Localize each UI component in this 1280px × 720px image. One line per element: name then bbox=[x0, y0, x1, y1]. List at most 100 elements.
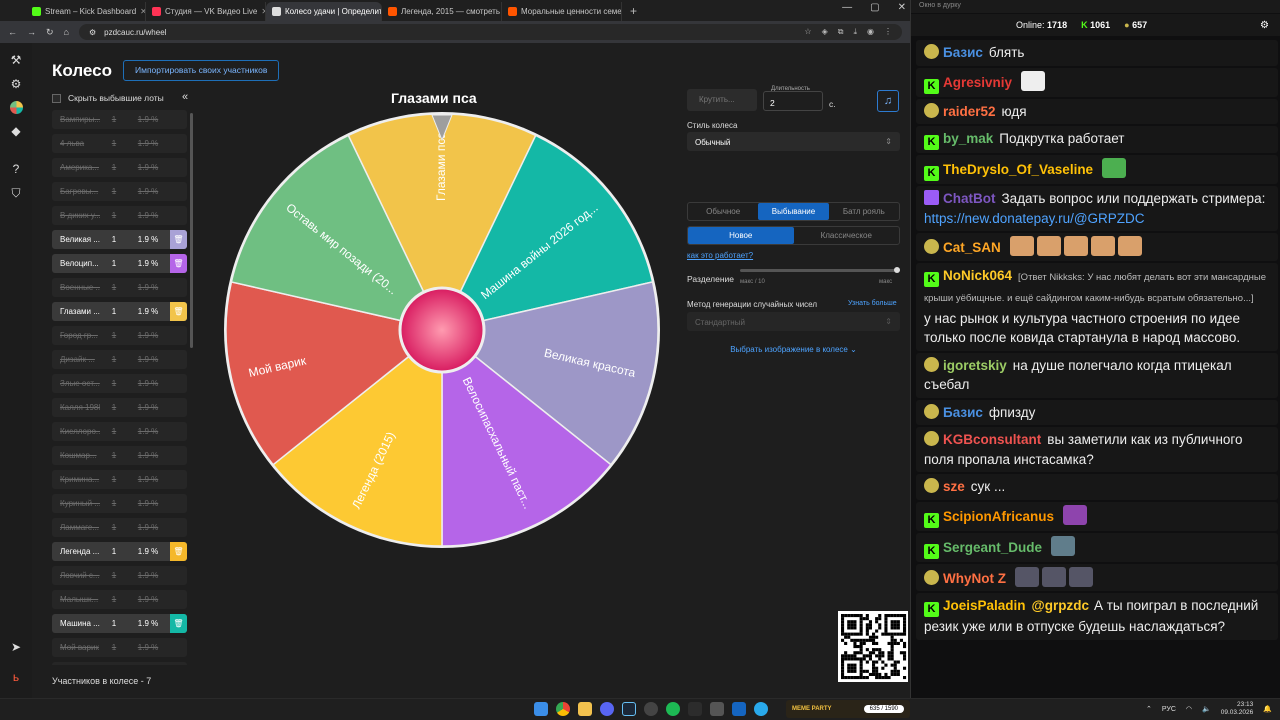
chat-username[interactable]: by_mak bbox=[943, 131, 993, 146]
chat-username[interactable]: Sergeant_Dude bbox=[943, 540, 1042, 555]
music-icon[interactable]: ♫ bbox=[877, 90, 899, 112]
notification-icon[interactable]: 🔔 bbox=[1263, 705, 1272, 713]
chat-link[interactable]: https://new.donatepay.ru/@GRPZDC bbox=[924, 211, 1145, 226]
chat-username[interactable]: Agresivniy bbox=[943, 75, 1012, 90]
lot-item[interactable]: Мой варик 1 1.9 % bbox=[52, 638, 187, 657]
lot-item[interactable]: Кошмар... 1 1.9 % bbox=[52, 446, 187, 465]
chat-username[interactable]: Базис bbox=[943, 405, 983, 420]
chat-username[interactable]: ScipionAfricanus bbox=[943, 509, 1054, 524]
maximize-icon[interactable]: ▢ bbox=[870, 2, 879, 13]
lot-item[interactable]: Машина ... 1 1.9 % 🗑 bbox=[52, 614, 187, 633]
browser-tab[interactable]: Колесо удачи | Определите од✕ bbox=[266, 2, 382, 21]
site-info-icon[interactable]: ⚙ bbox=[89, 28, 96, 37]
tray-arrow-icon[interactable]: ⌃ bbox=[1146, 705, 1152, 713]
spotify-icon[interactable] bbox=[666, 702, 680, 716]
lot-item[interactable]: Кримина... 1 1.9 % bbox=[52, 470, 187, 489]
home-icon[interactable]: ⌂ bbox=[64, 27, 69, 37]
lot-item[interactable]: Легенда ... 1 1.9 % 🗑 bbox=[52, 542, 187, 561]
segment-tab[interactable]: Выбывание bbox=[758, 203, 829, 220]
trash-icon[interactable]: 🗑 bbox=[170, 254, 187, 273]
url-field[interactable]: ⚙ pzdcauc.ru/wheel ☆ ◈ ⧉ ⤓ ◉ ⋮ bbox=[78, 24, 902, 40]
close-icon[interactable]: ✕ bbox=[898, 2, 906, 13]
spin-button[interactable]: Крутить... bbox=[687, 89, 757, 111]
segment-tab[interactable]: Обычное bbox=[688, 203, 758, 220]
chat-username[interactable]: raider52 bbox=[943, 104, 996, 119]
split-slider[interactable] bbox=[740, 267, 900, 273]
lot-item[interactable]: Ловчий с... 1 1.9 % bbox=[52, 566, 187, 585]
lot-item[interactable]: 4 льва 1 1.9 % bbox=[52, 134, 187, 153]
chrome-icon[interactable] bbox=[556, 702, 570, 716]
rng-learn-more-link[interactable]: Узнать больше bbox=[848, 300, 897, 307]
slider-knob[interactable] bbox=[894, 267, 900, 273]
lots-scrollbar[interactable] bbox=[190, 113, 193, 348]
chat-username[interactable]: Cat_SAN bbox=[943, 240, 1001, 255]
checkbox-box[interactable] bbox=[52, 93, 61, 103]
chat-username[interactable]: NoNick064 bbox=[943, 268, 1012, 283]
obs-icon[interactable] bbox=[644, 702, 658, 716]
menu-icon[interactable]: ⋮ bbox=[884, 27, 892, 37]
steam-icon[interactable] bbox=[622, 702, 636, 716]
pick-image-button[interactable]: Выбрать изображение в колесе ⌄ bbox=[687, 345, 900, 354]
hide-eliminated-checkbox[interactable]: Скрыть выбывшие лоты bbox=[52, 93, 164, 103]
brand-logo-icon[interactable]: ь bbox=[13, 670, 19, 684]
new-tab-button[interactable]: + bbox=[622, 2, 645, 21]
chat-username[interactable]: KGBconsultant bbox=[943, 432, 1041, 447]
how-it-works-link[interactable]: как это работает? bbox=[687, 251, 753, 260]
segment-tab[interactable]: Новое bbox=[688, 227, 794, 244]
telegram-icon[interactable] bbox=[754, 702, 768, 716]
chat-username[interactable]: igoretskiy bbox=[943, 358, 1007, 373]
clock[interactable]: 23:13 09.03.2026 bbox=[1221, 701, 1254, 717]
prize-wheel[interactable]: Глазами псаМашина войны 2026 год...Велик… bbox=[222, 110, 662, 550]
collapse-panel-button[interactable]: « bbox=[182, 91, 188, 103]
lot-item[interactable]: Великая ... 1 1.9 % 🗑 bbox=[52, 230, 187, 249]
trash-icon[interactable]: 🗑 bbox=[170, 230, 187, 249]
lot-item[interactable]: Военные ... 1 1.9 % bbox=[52, 278, 187, 297]
lot-item[interactable]: Кисллоро... 1 1.9 % bbox=[52, 422, 187, 441]
bookmark-icon[interactable]: ☆ bbox=[804, 27, 811, 37]
start-icon[interactable] bbox=[534, 702, 548, 716]
chat-username[interactable]: sze bbox=[943, 479, 965, 494]
trash-icon[interactable]: 🗑 bbox=[170, 542, 187, 561]
gear-icon[interactable]: ⚙ bbox=[11, 77, 22, 91]
lot-item[interactable]: Куриный ... 1 1.9 % bbox=[52, 494, 187, 513]
chat-username[interactable]: WhyNot Z bbox=[943, 571, 1006, 586]
explorer-icon[interactable] bbox=[578, 702, 592, 716]
segment-tab[interactable]: Классическое bbox=[794, 227, 900, 244]
lot-item[interactable]: Велоцип... 1 1.9 % 🗑 bbox=[52, 254, 187, 273]
lot-item[interactable]: В диких у... 1 1.9 % bbox=[52, 206, 187, 225]
lot-item[interactable]: Злые ост... 1 1.9 % bbox=[52, 374, 187, 393]
chat-username[interactable]: TheDryslo_Of_Vaseline bbox=[943, 162, 1093, 177]
minimize-icon[interactable]: — bbox=[842, 2, 852, 13]
discord-icon[interactable] bbox=[600, 702, 614, 716]
network-icon[interactable]: ◠ bbox=[1186, 705, 1192, 713]
chat-username[interactable]: JoeisPaladin bbox=[943, 598, 1026, 613]
lot-item[interactable]: Багровы... 1 1.9 % bbox=[52, 182, 187, 201]
rng-select[interactable]: Стандартный ⇕ bbox=[687, 312, 900, 331]
forward-icon[interactable]: → bbox=[27, 27, 36, 37]
import-participants-button[interactable]: Импортировать своих участников bbox=[123, 60, 280, 81]
telegram-icon[interactable]: ➤ bbox=[11, 640, 21, 654]
language-indicator[interactable]: РУС bbox=[1162, 706, 1176, 713]
app-icon[interactable] bbox=[710, 702, 724, 716]
back-icon[interactable]: ← bbox=[8, 27, 17, 37]
duration-input[interactable]: 2 bbox=[763, 91, 823, 111]
browser-tab[interactable]: Легенда, 2015 — смотреть фи✕ bbox=[382, 2, 502, 21]
lot-item[interactable] bbox=[52, 662, 187, 665]
wheel-icon[interactable] bbox=[9, 101, 23, 114]
hammer-icon[interactable]: ⚒ bbox=[11, 53, 22, 67]
lot-item[interactable]: Америка... 1 1.9 % bbox=[52, 158, 187, 177]
lot-item[interactable]: Ламмаге... 1 1.9 % bbox=[52, 518, 187, 537]
extensions-icon[interactable]: ⧉ bbox=[838, 27, 844, 37]
browser-tab[interactable]: Студия — VK Видео Live✕ bbox=[146, 2, 266, 21]
profile-icon[interactable]: ◉ bbox=[867, 27, 874, 37]
lot-item[interactable]: Город гр... 1 1.9 % bbox=[52, 326, 187, 345]
lot-item[interactable]: Вампиры... 1 1.9 % bbox=[52, 110, 187, 129]
segment-tab[interactable]: Батл рояль bbox=[829, 203, 899, 220]
volume-icon[interactable]: 🔈 bbox=[1202, 705, 1211, 713]
browser-tab[interactable]: Stream – Kick Dashboard✕ bbox=[26, 2, 146, 21]
lot-item[interactable]: Глазами ... 1 1.9 % 🗑 bbox=[52, 302, 187, 321]
layers-icon[interactable]: ◆ bbox=[11, 124, 20, 138]
wheel-style-select[interactable]: Обычный ⇕ bbox=[687, 132, 900, 151]
chat-username[interactable]: Базис bbox=[943, 45, 983, 60]
browser-tab[interactable]: Моральные ценности семейн✕ bbox=[502, 2, 622, 21]
